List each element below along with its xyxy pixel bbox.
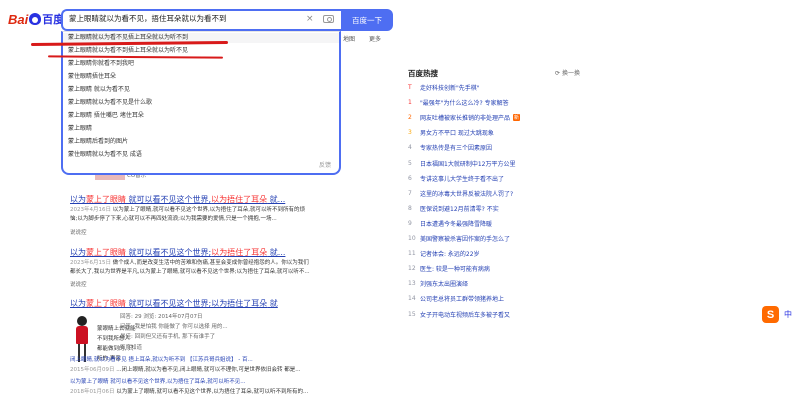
logo-text-bai: Bai bbox=[8, 11, 29, 27]
result-snippet: 2023年4月16日 以为蒙上了眼睛,就可以看不见这个世界,以为捂住了耳朵,就可… bbox=[70, 207, 305, 222]
refresh-button[interactable]: ⟳ 换一换 bbox=[555, 68, 580, 77]
hot-item-label: 美国警察被杀害因作案的手怎么了 bbox=[420, 236, 511, 243]
result-title[interactable]: 以为蒙上了眼睛 就可以看不见这个世界;以为捂住了耳朵 就 bbox=[70, 298, 278, 309]
camera-icon[interactable] bbox=[323, 15, 334, 23]
suggestion-item[interactable]: 蒙上眼睛就以为看不见是什么歌 bbox=[68, 97, 152, 106]
figure-body bbox=[76, 326, 88, 344]
suggestion-item[interactable]: 蒙上眼睛就以为看不到捂上耳朵就以为听不见 bbox=[68, 45, 188, 54]
hot-item-label: 专讲这事儿大学生终于看不出了 bbox=[420, 175, 505, 183]
hot-item-label: 日本遭遇今冬最强降雪降暖 bbox=[420, 220, 493, 228]
tab-map[interactable]: 地图 bbox=[343, 36, 355, 43]
hot-item-label: 公司老总将员工群带领猪养地上 bbox=[420, 296, 505, 304]
result-snippet: 2023年6月15日 做个成人,而是改变生活中的苦难和伤痛,甚至会变成你曾经抱怨… bbox=[70, 260, 310, 275]
qa-meta: 问答: 我是怕我 你能做了 你可以选择 用的... bbox=[120, 324, 228, 330]
result-source[interactable]: 百度知道 bbox=[120, 343, 142, 351]
hot-search-item[interactable]: 4 专家热传是有三个因素原因 bbox=[408, 143, 492, 152]
hot-search-item[interactable]: 10 美国警察被杀害因作案的手怎么了 bbox=[408, 234, 510, 243]
hot-item-label: 记者体会: 永远的22岁 bbox=[420, 251, 480, 259]
hot-search-item[interactable]: 15 女子开电动车视频后车多被子看又 bbox=[408, 310, 510, 319]
hot-search-item[interactable]: 9 日本遭遇今冬最强降雪降暖 bbox=[408, 219, 492, 228]
clear-icon[interactable]: × bbox=[306, 14, 314, 24]
hot-search-title[interactable]: 百度热搜 bbox=[408, 68, 438, 79]
related-snippet: 2015年06月09日 ...闭上眼睛,就以为看不见,闭上眼睛,就可以不理你,可… bbox=[70, 367, 301, 373]
hot-rank: 11 bbox=[408, 250, 416, 258]
hot-rank: 10 bbox=[408, 235, 416, 242]
hot-item-label: 网友吐槽被家长推销的非处理产品 bbox=[420, 115, 511, 123]
related-snippet: 2018年01月06日 以为蒙上了眼睛,就可以看不见这个世界,以为捂住了耳朵,就… bbox=[70, 389, 309, 395]
hot-item-label: 这里的冰毒大世界反被法院人罚了? bbox=[420, 190, 514, 198]
search-box[interactable]: × bbox=[61, 9, 341, 31]
related-link[interactable]: 闭上眼睛,就以为看不见 捂上耳朵,就以为听不到 【江苏兵哥兵姐说】 - 百... bbox=[70, 356, 370, 365]
paw-icon bbox=[29, 13, 42, 25]
hot-search-item[interactable]: 5 日本福国1大就研制中12万平方公里 bbox=[408, 159, 515, 168]
feedback-link[interactable]: 反馈 bbox=[319, 160, 331, 169]
hot-rank: 3 bbox=[408, 129, 412, 137]
hot-item-label: 男女方不平口 现过大跳现象 bbox=[420, 130, 494, 138]
qa-meta: 最佳: 回到但又还有手机, 那下有谁手了 bbox=[120, 334, 216, 340]
hot-rank: 13 bbox=[408, 280, 416, 288]
hot-rank: 8 bbox=[408, 204, 412, 212]
suggestion-item[interactable]: 蒙上眼睛后看到的图片 bbox=[68, 136, 128, 145]
hot-item-label: 走好科技创新"先手棋" bbox=[420, 85, 480, 92]
hot-rank: 15 bbox=[408, 310, 416, 318]
baidu-logo[interactable]: Bai 百度 bbox=[8, 10, 64, 28]
search-tabs: 地图 更多 bbox=[343, 34, 393, 43]
suggestion-dropdown: 蒙上眼睛就以为看不见捂上耳朵就以为听不到 蒙上眼睛就以为看不到捂上耳朵就以为听不… bbox=[61, 31, 341, 175]
hot-search-item[interactable]: 2 网友吐槽被家长推销的非处理产品新 bbox=[408, 113, 521, 123]
suggestion-item[interactable]: 蒙住眼睛就以为看不见 成语 bbox=[68, 149, 142, 158]
search-button[interactable]: 百度一下 bbox=[341, 9, 393, 31]
hot-search-item[interactable]: 12 医生: 较是一种可能有病病 bbox=[408, 264, 490, 273]
hot-rank: 7 bbox=[408, 189, 412, 197]
suggestion-item[interactable]: 蒙上眼睛你就看不到我吧 bbox=[68, 58, 134, 67]
search-input[interactable] bbox=[69, 14, 299, 23]
qa-meta: 回答: 29 浏览: 2014年07月07日 bbox=[120, 314, 203, 320]
result-title[interactable]: 以为蒙上了眼睛 就可以看不见这个世界,以为捂住了耳朵 就... bbox=[70, 194, 285, 205]
ime-language[interactable]: 中 bbox=[784, 309, 792, 320]
hot-search-item[interactable]: 13 刘强东太出圈演绎 bbox=[408, 279, 468, 288]
hot-search-item[interactable]: 14 公司老总将员工群带领猪养地上 bbox=[408, 294, 504, 303]
hot-rank: 5 bbox=[408, 159, 412, 167]
hot-item-label: "最强年"为什么这么冷? 专家解答 bbox=[420, 100, 509, 108]
hot-item-label: 刘强东太出圈演绎 bbox=[420, 281, 469, 289]
hot-rank: T bbox=[408, 84, 412, 91]
hot-search-item[interactable]: 6 专讲这事儿大学生终于看不出了 bbox=[408, 174, 504, 183]
hot-rank: 6 bbox=[408, 174, 412, 182]
hot-search-item[interactable]: T 走好科技创新"先手棋" bbox=[408, 83, 480, 92]
result-source[interactable]: 说说控 bbox=[70, 228, 87, 236]
hot-item-label: 专家热传是有三个因素原因 bbox=[420, 145, 493, 153]
suggestion-item[interactable]: 蒙上眼睛 捂住嘴巴 堵住耳朵 bbox=[68, 110, 144, 119]
result-source[interactable]: 说说控 bbox=[70, 280, 87, 288]
hot-search-item[interactable]: 7 这里的冰毒大世界反被法院人罚了? bbox=[408, 189, 513, 198]
suggestion-item[interactable]: 蒙上眼睛 bbox=[68, 123, 92, 132]
hot-rank: 2 bbox=[408, 114, 412, 122]
hot-search-item[interactable]: 8 医保说到避12月前清零? 不实 bbox=[408, 204, 499, 213]
hot-search-item[interactable]: 11 记者体会: 永远的22岁 bbox=[408, 249, 480, 258]
hot-badge: 新 bbox=[513, 114, 521, 122]
hot-search-item[interactable]: 1 "最强年"为什么这么冷? 专家解答 bbox=[408, 98, 509, 107]
hot-item-label: 医生: 较是一种可能有病病 bbox=[420, 266, 490, 274]
figure-head bbox=[77, 316, 87, 326]
hot-rank: 1 bbox=[408, 99, 412, 107]
result-title[interactable]: 以为蒙上了眼睛 就可以看不见这个世界;以为捂住了耳朵 就... bbox=[70, 247, 285, 258]
tab-more[interactable]: 更多 bbox=[369, 36, 381, 43]
hot-rank: 14 bbox=[408, 295, 416, 303]
hot-item-label: 女子开电动车视频后车多被子看又 bbox=[420, 311, 511, 319]
hot-search-item[interactable]: 3 男女方不平口 现过大跳现象 bbox=[408, 128, 494, 137]
hot-item-label: 日本福国1大就研制中12万平方公里 bbox=[420, 160, 516, 168]
suggestion-item[interactable]: 蒙住眼睛捂住耳朵 bbox=[68, 71, 116, 80]
ime-icon[interactable]: S bbox=[762, 306, 779, 323]
hot-rank: 4 bbox=[408, 144, 412, 152]
suggestion-item[interactable]: 蒙上眼睛 就以为看不见 bbox=[68, 84, 130, 93]
hot-rank: 9 bbox=[408, 219, 412, 227]
hot-rank: 12 bbox=[408, 265, 416, 273]
related-link[interactable]: 以为蒙上了眼睛 就可以看不见这个世界,以为捂住了耳朵,就可以听不见... bbox=[70, 378, 370, 387]
hot-item-label: 医保说到避12月前清零? 不实 bbox=[420, 205, 499, 213]
